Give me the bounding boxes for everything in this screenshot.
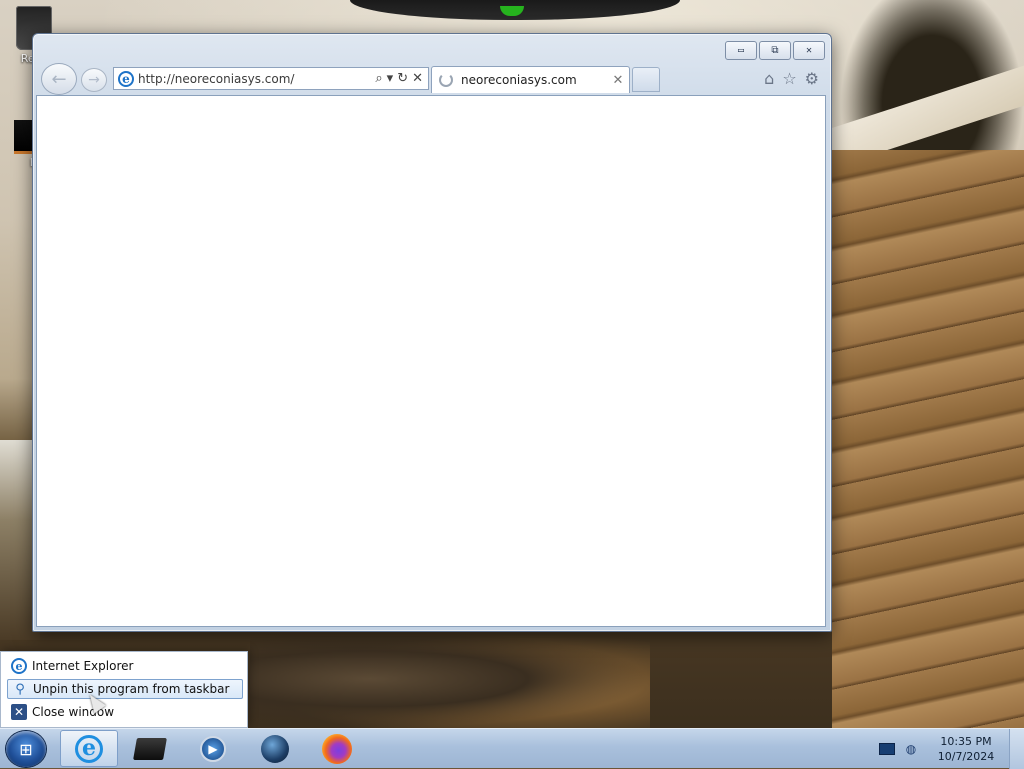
wallpaper-rocks [250,630,650,728]
stop-icon[interactable]: ✕ [412,71,423,86]
restore-icon: ⧉ [771,45,779,56]
search-icon[interactable]: ⌕ [375,71,382,86]
minimize-icon: ▭ [737,45,745,56]
minimize-button[interactable]: ▭ [725,41,757,60]
close-window-icon: ✕ [11,704,27,720]
loading-spinner-icon [439,73,453,87]
pin-icon: ⚲ [15,681,25,697]
jump-list-item-unpin[interactable]: ⚲ Unpin this program from taskbar [7,679,243,699]
taskbar: ⊞ e ▶ ◍ 10:35 PM 10/7/2024 [0,728,1024,769]
jump-list-item-label: Unpin this program from taskbar [33,682,230,696]
navigation-bar: ← → e http://neoreconiasys.com/ ⌕ ▾ ↻ ✕ … [39,63,825,95]
forward-arrow-icon: → [88,72,100,88]
close-button[interactable]: ✕ [793,41,825,60]
network-icon[interactable] [879,741,895,757]
taskbar-jump-list: e Internet Explorer ⚲ Unpin this program… [0,651,248,728]
system-tray: ◍ 10:35 PM 10/7/2024 [875,729,1024,769]
jump-list-item-close-window[interactable]: ✕ Close window [7,702,243,722]
taskbar-globe-app[interactable] [246,730,304,767]
address-text[interactable]: http://neoreconiasys.com/ [138,72,375,86]
restore-button[interactable]: ⧉ [759,41,791,60]
ie-window: ▭ ⧉ ✕ ← → e http://neoreconiasys.com/ ⌕ … [32,33,832,632]
tab-title: neoreconiasys.com [461,73,577,87]
monitor-icon [879,743,895,755]
address-tools: ⌕ ▾ ↻ ✕ [375,71,428,86]
taskbar-box-app[interactable] [121,730,179,767]
forward-button[interactable]: → [81,68,107,92]
back-arrow-icon: ← [51,68,67,90]
clock-date: 10/7/2024 [937,750,995,763]
favorites-star-icon[interactable]: ☆ [782,69,796,88]
gadget-indicator [500,6,524,16]
page-content[interactable] [36,95,826,627]
ie-page-icon: e [118,70,134,87]
globe-icon [261,734,289,763]
start-button[interactable]: ⊞ [6,731,46,767]
wallpaper-boards [832,150,1024,728]
jump-list-item-label: Internet Explorer [32,659,134,673]
dropdown-icon[interactable]: ▾ [387,71,394,86]
home-icon[interactable]: ⌂ [764,69,774,88]
tab-close-icon[interactable]: ✕ [610,73,626,88]
taskbar-internet-explorer[interactable]: e [60,730,118,767]
jump-list-item-internet-explorer[interactable]: e Internet Explorer [7,656,243,676]
close-icon: ✕ [805,45,813,56]
windows-logo-icon: ⊞ [19,739,33,759]
refresh-icon[interactable]: ↻ [397,71,408,86]
clock-time: 10:35 PM [940,735,992,748]
new-tab-button[interactable] [632,67,660,92]
taskbar-firefox[interactable] [308,730,366,767]
firefox-icon [322,733,352,764]
tab-active[interactable]: neoreconiasys.com ✕ [431,66,630,93]
ie-icon: e [11,658,27,674]
volume-icon[interactable]: ◍ [903,741,919,757]
taskbar-media-player[interactable]: ▶ [184,730,242,767]
show-desktop-button[interactable] [1009,729,1024,769]
black-box-icon [133,737,167,760]
clock[interactable]: 10:35 PM 10/7/2024 [923,734,1009,764]
internet-explorer-icon: e [75,734,103,763]
caption-buttons: ▭ ⧉ ✕ [725,41,825,60]
tools-gear-icon[interactable]: ⚙ [805,69,819,88]
command-icons: ⌂ ☆ ⚙ [764,69,819,88]
address-bar[interactable]: e http://neoreconiasys.com/ ⌕ ▾ ↻ ✕ [113,67,429,90]
media-player-icon: ▶ [200,735,226,762]
back-button[interactable]: ← [41,63,77,95]
